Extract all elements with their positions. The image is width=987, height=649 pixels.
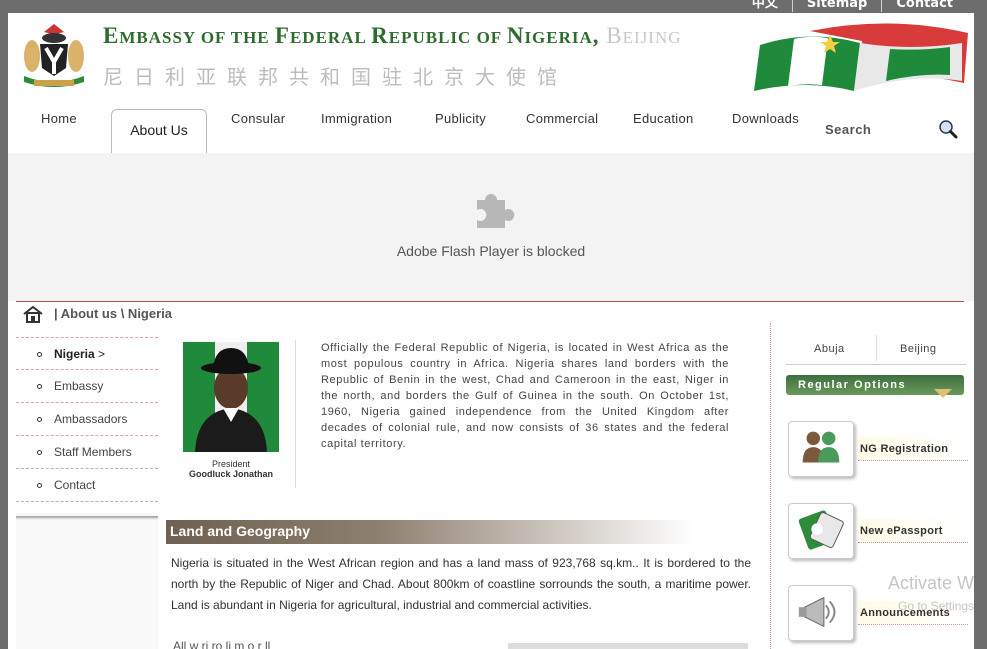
sidebar-item-label: Embassy [54, 379, 104, 393]
bullet-icon [37, 352, 42, 357]
section-body: Nigeria is situated in the West African … [171, 556, 751, 612]
title-part: EDERAL [289, 28, 372, 47]
section-heading: Land and Geography [166, 520, 694, 544]
passport-icon [788, 503, 854, 559]
option-new-epassport[interactable]: New ePassport [788, 503, 968, 563]
option-label: NG Registration [858, 437, 968, 461]
main-nav: Home About Us Consular Immigration Publi… [8, 101, 974, 153]
arrow-down-icon [934, 389, 952, 398]
puzzle-piece-icon [477, 194, 515, 228]
section-next-line: All w ri ro li m o r ll [173, 639, 271, 649]
activation-watermark: Activate Wi [888, 573, 974, 593]
title-part: N [506, 23, 525, 48]
title-part: MBASSY [119, 28, 201, 47]
activation-watermark-sub: Go to Settings [898, 599, 974, 613]
top-link-sitemap[interactable]: Sitemap [791, 0, 881, 12]
search-label[interactable]: Search [825, 122, 871, 137]
sidebar-item-label: Contact [54, 478, 96, 492]
title-part: OF [476, 28, 507, 47]
president-caption-name: Goodluck Jonathan [188, 469, 273, 479]
home-icon[interactable] [22, 305, 44, 323]
sidebar-shadow [16, 516, 158, 520]
flags-banner-icon [754, 23, 968, 91]
title-part: F [274, 23, 290, 48]
bullet-icon [37, 384, 42, 389]
users-icon [788, 421, 854, 477]
coat-of-arms-icon[interactable] [16, 18, 92, 90]
tab-abuja[interactable]: Abuja [814, 343, 845, 355]
president-divider [295, 340, 296, 488]
nav-about-us[interactable]: About Us [111, 109, 207, 153]
president-photo[interactable] [183, 342, 279, 452]
search-icon[interactable] [938, 119, 958, 139]
nav-home[interactable]: Home [41, 111, 77, 126]
page: EMBASSY OF THE FEDERAL REPUBLIC OF NIGER… [8, 13, 974, 649]
embassy-title: EMBASSY OF THE FEDERAL REPUBLIC OF NIGER… [103, 23, 682, 49]
bullet-icon [37, 417, 42, 422]
title-part: , [592, 23, 607, 48]
flash-blocked-message: Adobe Flash Player is blocked [396, 243, 586, 259]
nav-education[interactable]: Education [633, 111, 694, 126]
left-column-background [16, 513, 158, 649]
divider-line [16, 301, 964, 302]
sidebar-item-embassy[interactable]: Embassy [16, 370, 158, 403]
sidebar-item-label: Nigeria [54, 347, 95, 361]
title-part: EPUBLIC [388, 28, 477, 47]
flash-blocked-area[interactable]: Adobe Flash Player is blocked [8, 153, 974, 301]
sidebar-item-nigeria[interactable]: Nigeria > [16, 337, 158, 370]
title-part: R [371, 23, 389, 48]
sidebar-item-suffix: > [98, 347, 106, 361]
title-part: B [606, 23, 623, 48]
map-image [508, 643, 748, 649]
option-announcements[interactable]: Announcements [788, 585, 968, 645]
president-caption-title: President [211, 459, 251, 469]
title-part: EIJING [622, 28, 682, 47]
title-part: E [103, 23, 120, 48]
option-label: New ePassport [858, 519, 968, 543]
nav-publicity[interactable]: Publicity [435, 111, 486, 126]
bullet-icon [37, 483, 42, 488]
option-ng-registration[interactable]: NG Registration [788, 421, 968, 481]
nav-commercial[interactable]: Commercial [526, 111, 598, 126]
top-link-contact[interactable]: Contact [881, 0, 967, 12]
right-column-divider [770, 323, 771, 649]
top-link-chinese[interactable]: 中文 [738, 0, 792, 12]
breadcrumb-text: | About us \ Nigeria [54, 306, 172, 321]
nav-downloads[interactable]: Downloads [732, 111, 799, 126]
nav-immigration[interactable]: Immigration [321, 111, 392, 126]
title-part: IGERIA [524, 28, 593, 47]
tab-beijing[interactable]: Beijing [900, 343, 937, 355]
megaphone-icon [788, 585, 854, 641]
city-tabs: Abuja Beijing [786, 333, 966, 365]
nav-consular[interactable]: Consular [231, 111, 285, 126]
sidebar-item-label: Ambassadors [54, 412, 128, 426]
regular-options-header: Regular Options [786, 373, 966, 403]
intro-paragraph: Officially the Federal Republic of Niger… [321, 342, 729, 450]
sidebar-item-ambassadors[interactable]: Ambassadors [16, 403, 158, 436]
sidebar-item-staff-members[interactable]: Staff Members [16, 436, 158, 469]
header: EMBASSY OF THE FEDERAL REPUBLIC OF NIGER… [8, 13, 974, 101]
bullet-icon [37, 450, 42, 455]
top-links: 中文 Sitemap Contact [738, 0, 967, 12]
sidebar-nav: Nigeria > Embassy Ambassadors Staff Memb… [16, 337, 158, 502]
sidebar-item-label: Staff Members [54, 445, 132, 459]
title-part: OF THE [200, 28, 275, 47]
sidebar-item-contact[interactable]: Contact [16, 469, 158, 502]
president-card: President Goodluck Jonathan [183, 342, 279, 479]
tab-separator [876, 335, 877, 361]
embassy-title-chinese: 尼日利亚联邦共和国驻北京大使馆 [103, 65, 568, 89]
